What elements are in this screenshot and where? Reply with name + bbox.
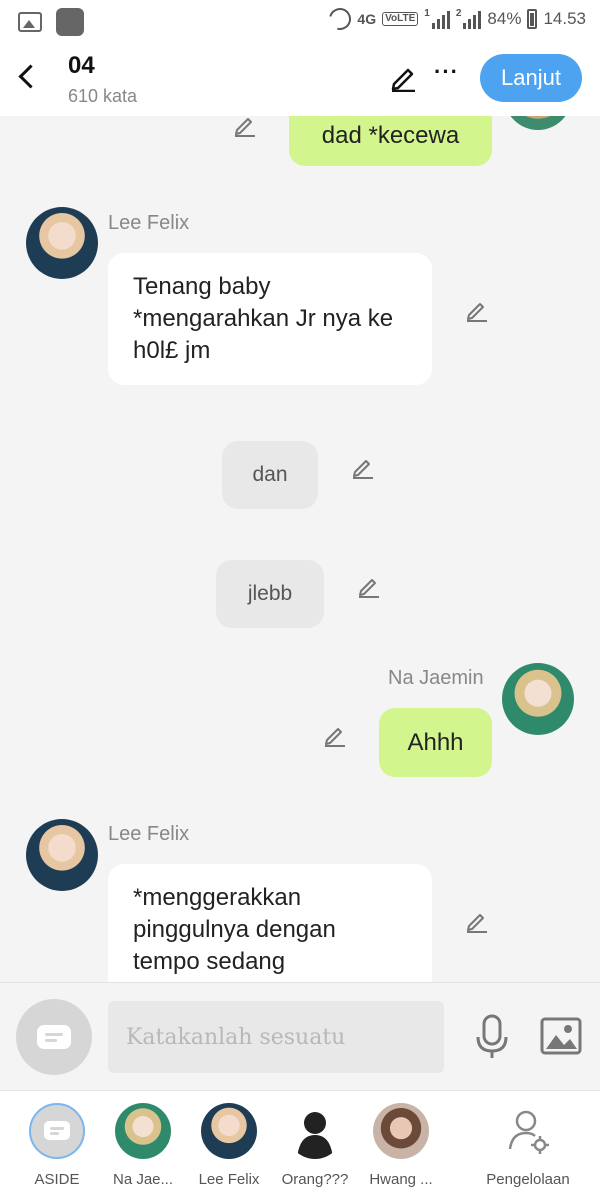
aside-icon — [37, 1025, 71, 1049]
edit-message-icon[interactable] — [464, 908, 490, 934]
sender-name: Lee Felix — [108, 212, 190, 234]
gallery-notification-icon — [18, 12, 42, 32]
app-notification-icon — [56, 8, 84, 36]
nav-label: ASIDE — [34, 1171, 80, 1188]
narration-bubble[interactable]: jlebb — [216, 560, 324, 628]
sim2-label: 2 — [455, 8, 462, 19]
microphone-icon[interactable] — [474, 1013, 510, 1061]
message-text: Tenang baby *mengarahkan Jr nya ke h0l£ … — [133, 273, 394, 364]
clock: 14.53 — [543, 9, 586, 28]
message-text: dad *kecewa — [321, 122, 460, 149]
battery-percent: 84% — [487, 9, 522, 28]
sim1-label: 1 — [424, 8, 430, 19]
chat-area[interactable]: dad *kecewa Lee Felix Tenang baby *menga… — [0, 116, 600, 982]
manage-avatar — [500, 1103, 556, 1159]
avatar — [115, 1103, 171, 1159]
edit-message-icon[interactable] — [232, 116, 258, 138]
signal-sim1-icon — [431, 9, 450, 29]
battery-icon — [527, 9, 538, 29]
nav-label: Na Jae... — [112, 1171, 174, 1188]
story-title: 04 — [68, 52, 95, 79]
volte-indicator: VoLTE — [382, 12, 419, 26]
nav-label: Lee Felix — [198, 1171, 260, 1188]
nav-item-hwang[interactable]: Hwang ... — [358, 1103, 444, 1188]
edit-pencil-icon[interactable] — [388, 62, 418, 92]
nav-item-na-jaemin[interactable]: Na Jae... — [100, 1103, 186, 1188]
sender-name: Na Jaemin — [388, 667, 484, 689]
network-type: 4G — [357, 11, 377, 27]
back-button[interactable] — [14, 60, 44, 94]
message-input[interactable] — [108, 1001, 444, 1073]
message-text: *menggerakkan pinggulnya dengan tempo se… — [133, 884, 336, 975]
person-silhouette-icon — [297, 1112, 333, 1159]
signal-sim2-icon — [463, 9, 482, 29]
word-count: 610 kata — [68, 86, 138, 106]
message-bubble[interactable]: *menggerakkan pinggulnya dengan tempo se… — [108, 864, 432, 982]
message-text: jlebb — [247, 582, 293, 605]
aside-icon — [44, 1121, 70, 1140]
edit-message-icon[interactable] — [356, 573, 382, 599]
composer-bar — [0, 982, 600, 1090]
nav-label: Pengelolaan — [486, 1171, 570, 1188]
nav-label: Orang??? — [281, 1171, 349, 1188]
status-bar: 4G VoLTE 1 2 84% 14.53 — [0, 0, 600, 42]
more-options-icon[interactable]: ··· — [434, 61, 459, 83]
sender-name: Lee Felix — [108, 823, 190, 845]
avatar — [373, 1103, 429, 1159]
nav-item-lee-felix[interactable]: Lee Felix — [186, 1103, 272, 1188]
nav-item-pengelolaan[interactable]: Pengelolaan — [484, 1103, 572, 1188]
message-bubble[interactable]: Tenang baby *mengarahkan Jr nya ke h0l£ … — [108, 253, 432, 385]
avatar-na-jaemin[interactable] — [502, 663, 574, 735]
narration-bubble[interactable]: dan — [222, 441, 318, 509]
message-text: dan — [252, 463, 288, 486]
character-nav: ASIDE Na Jae... Lee Felix Orang??? Hwang… — [0, 1090, 600, 1200]
nav-label: Hwang ... — [369, 1171, 433, 1188]
aside-toggle-button[interactable] — [16, 999, 92, 1075]
message-text: Ahhh — [407, 729, 464, 756]
message-bubble[interactable]: dad *kecewa — [289, 116, 492, 166]
nav-item-aside[interactable]: ASIDE — [14, 1103, 100, 1188]
message-bubble[interactable]: Ahhh — [379, 708, 492, 777]
image-icon[interactable] — [540, 1017, 582, 1055]
avatar-lee-felix[interactable] — [26, 207, 98, 279]
edit-message-icon[interactable] — [464, 297, 490, 323]
story-header: 04 610 kata ··· Lanjut — [0, 42, 600, 116]
avatar — [201, 1103, 257, 1159]
edit-message-icon[interactable] — [322, 722, 348, 748]
avatar-na-jaemin-partial — [504, 116, 572, 130]
next-button[interactable]: Lanjut — [480, 54, 582, 102]
nav-item-orang[interactable]: Orang??? — [272, 1103, 358, 1188]
aside-avatar — [29, 1103, 85, 1159]
avatar-lee-felix[interactable] — [26, 819, 98, 891]
silhouette-avatar — [287, 1103, 343, 1159]
person-gear-icon — [508, 1110, 549, 1154]
edit-message-icon[interactable] — [350, 454, 376, 480]
do-not-disturb-icon — [325, 3, 356, 35]
